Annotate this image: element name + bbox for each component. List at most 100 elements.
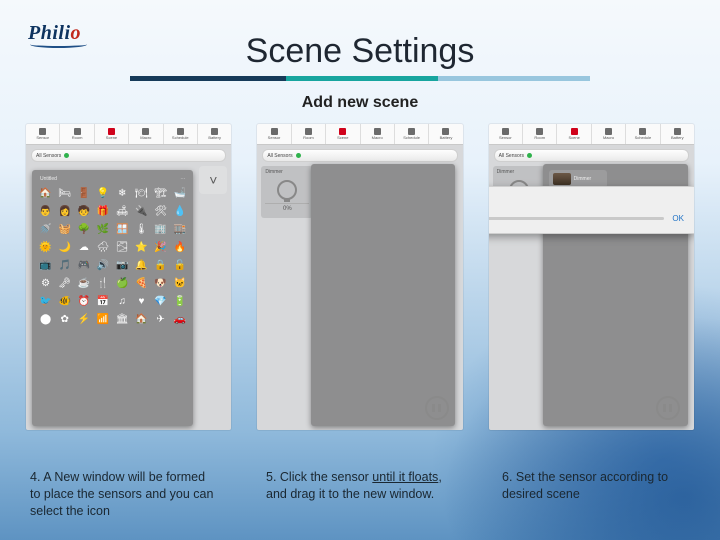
sensor-tile: Dimmer 0% — [261, 166, 313, 218]
scene-icon[interactable]: 🌞 — [38, 240, 53, 255]
scene-icon[interactable]: 👩 — [57, 204, 72, 219]
scene-icon[interactable]: 🛋 — [115, 204, 130, 219]
scene-icon[interactable]: 🔥 — [172, 240, 187, 255]
scene-icon[interactable]: 🔌 — [134, 204, 149, 219]
scene-icon[interactable]: ❄ — [115, 186, 130, 201]
scene-icon[interactable]: ♥ — [134, 294, 149, 309]
icon-picker-popup: Untitled ⋯ 🏠 🛏 🚪 💡 ❄ 🍽 🏗 🛁 👨 👩 🧒 🎁 🛋 🔌 🛠 💧 🚿 🧺 🌳 🌿 🪟 🌡 🏢 🏬 🌞 🌙 ☁ 🌧 🌫… — [32, 170, 193, 426]
scene-icon[interactable]: 🎉 — [153, 240, 168, 255]
scene-icon[interactable]: 🏠 — [134, 312, 149, 327]
dialog-max-label: 100% — [489, 204, 684, 210]
add-scene-tile: ˅ — [199, 166, 227, 194]
scene-icon[interactable]: 📅 — [95, 294, 110, 309]
scene-icon[interactable]: 💡 — [95, 186, 110, 201]
title-underline — [130, 76, 590, 81]
app-tabs: Sensor Room Scene Macro Schedule Battery — [489, 124, 694, 145]
scene-icon[interactable]: ⚙ — [38, 276, 53, 291]
scene-icon[interactable]: 🍴 — [95, 276, 110, 291]
scene-icon[interactable]: 🍽 — [134, 186, 149, 201]
app-tabs: Sensor Room Scene Macro Schedule Battery — [257, 124, 462, 145]
status-dot-icon — [527, 153, 532, 158]
scene-icon[interactable]: 👨 — [38, 204, 53, 219]
popup-title: Untitled — [40, 176, 57, 182]
app-tabs: Sensor Room Scene Macro Schedule Battery — [26, 124, 231, 145]
scene-icon[interactable]: 🐶 — [153, 276, 168, 291]
scene-icon[interactable]: 🎮 — [76, 258, 91, 273]
scene-icon[interactable]: 🚿 — [38, 222, 53, 237]
all-sensors-pill: All Sensors — [494, 149, 689, 162]
pause-icon — [656, 396, 680, 420]
screenshots-row: Sensor Room Scene Macro Schedule Battery… — [26, 124, 694, 430]
scene-icon[interactable]: ⭐ — [134, 240, 149, 255]
caption-step-5: 5. Click the sensor until it floats, and… — [266, 469, 454, 520]
scene-icon[interactable]: 🐠 — [57, 294, 72, 309]
scene-icon[interactable]: 🌿 — [95, 222, 110, 237]
scene-icon[interactable]: 🏢 — [153, 222, 168, 237]
scene-icon[interactable]: 🐱 — [172, 276, 187, 291]
scene-icon[interactable]: 💎 — [153, 294, 168, 309]
scene-icon[interactable]: 🍏 — [115, 276, 130, 291]
scene-drop-panel — [311, 164, 454, 426]
scene-icon[interactable]: 🌧 — [95, 240, 110, 255]
sensor-percent: 0% — [265, 203, 309, 212]
scene-icon[interactable]: 🍕 — [134, 276, 149, 291]
scene-icon[interactable]: 🛁 — [172, 186, 187, 201]
scene-icon[interactable]: ⬤ — [38, 312, 53, 327]
scene-icon[interactable]: 🔔 — [134, 258, 149, 273]
thumbnail-icon — [553, 173, 571, 185]
scene-icon[interactable]: 📷 — [115, 258, 130, 273]
more-icon: ⋯ — [180, 176, 185, 182]
scene-icon[interactable]: ✈ — [153, 312, 168, 327]
pause-icon — [425, 396, 449, 420]
scene-icon[interactable]: 🛏 — [57, 186, 72, 201]
scene-icon[interactable]: 🌫 — [115, 240, 130, 255]
scene-icon[interactable]: 🐦 — [38, 294, 53, 309]
scene-icon[interactable]: 🔊 — [95, 258, 110, 273]
scene-icon[interactable]: 🏛 — [115, 312, 130, 327]
scene-icon[interactable]: 🏗 — [153, 186, 168, 201]
status-dot-icon — [64, 153, 69, 158]
scene-icon[interactable]: 🧒 — [76, 204, 91, 219]
page-title: Scene Settings — [0, 32, 720, 71]
all-sensors-pill: All Sensors — [262, 149, 457, 162]
scene-icon[interactable]: 📺 — [38, 258, 53, 273]
scene-icon[interactable]: 🎵 — [57, 258, 72, 273]
status-dot-icon — [296, 153, 301, 158]
scene-icon[interactable]: ☁ — [76, 240, 91, 255]
scene-icon[interactable]: 🔓 — [172, 258, 187, 273]
scene-icon[interactable]: 🚪 — [76, 186, 91, 201]
level-dialog: 0% 100% OK — [489, 186, 694, 234]
scene-icon[interactable]: ⏰ — [76, 294, 91, 309]
level-slider[interactable] — [489, 217, 665, 220]
sensor-label: Dimmer — [497, 169, 541, 175]
scene-icon[interactable]: 🛠 — [153, 204, 168, 219]
scene-icon[interactable]: 🔋 — [172, 294, 187, 309]
scene-icon[interactable]: 🎁 — [95, 204, 110, 219]
scene-icon[interactable]: ✿ — [57, 312, 72, 327]
ok-button[interactable]: OK — [672, 214, 684, 223]
scene-icon[interactable]: ⚡ — [76, 312, 91, 327]
subtitle: Add new scene — [0, 94, 720, 112]
scene-icon[interactable]: 🧺 — [57, 222, 72, 237]
scene-icon[interactable]: 🏬 — [172, 222, 187, 237]
captions-row: 4. A New window will be formed to place … — [30, 469, 690, 520]
caption-step-4: 4. A New window will be formed to place … — [30, 469, 218, 520]
scene-icon[interactable]: 📶 — [95, 312, 110, 327]
scene-icon[interactable]: ☕ — [76, 276, 91, 291]
scene-icon[interactable]: ♫ — [115, 294, 130, 309]
bulb-icon — [277, 180, 297, 200]
screenshot-step-4: Sensor Room Scene Macro Schedule Battery… — [26, 124, 231, 430]
scene-icon[interactable]: 💧 — [172, 204, 187, 219]
scene-icon[interactable]: 🌙 — [57, 240, 72, 255]
scene-icon[interactable]: 🔒 — [153, 258, 168, 273]
scene-icon[interactable]: 🌳 — [76, 222, 91, 237]
scene-icon[interactable]: 🗝 — [57, 276, 72, 291]
scene-icon[interactable]: 🏠 — [38, 186, 53, 201]
scene-icon[interactable]: 🪟 — [115, 222, 130, 237]
scene-icon[interactable]: 🚗 — [172, 312, 187, 327]
screenshot-step-6: Sensor Room Scene Macro Schedule Battery… — [489, 124, 694, 430]
screenshot-step-5: Sensor Room Scene Macro Schedule Battery… — [257, 124, 462, 430]
scene-icon[interactable]: 🌡 — [134, 222, 149, 237]
sensor-label: Dimmer — [265, 169, 309, 175]
caption-step-6: 6. Set the sensor according to desired s… — [502, 469, 690, 520]
